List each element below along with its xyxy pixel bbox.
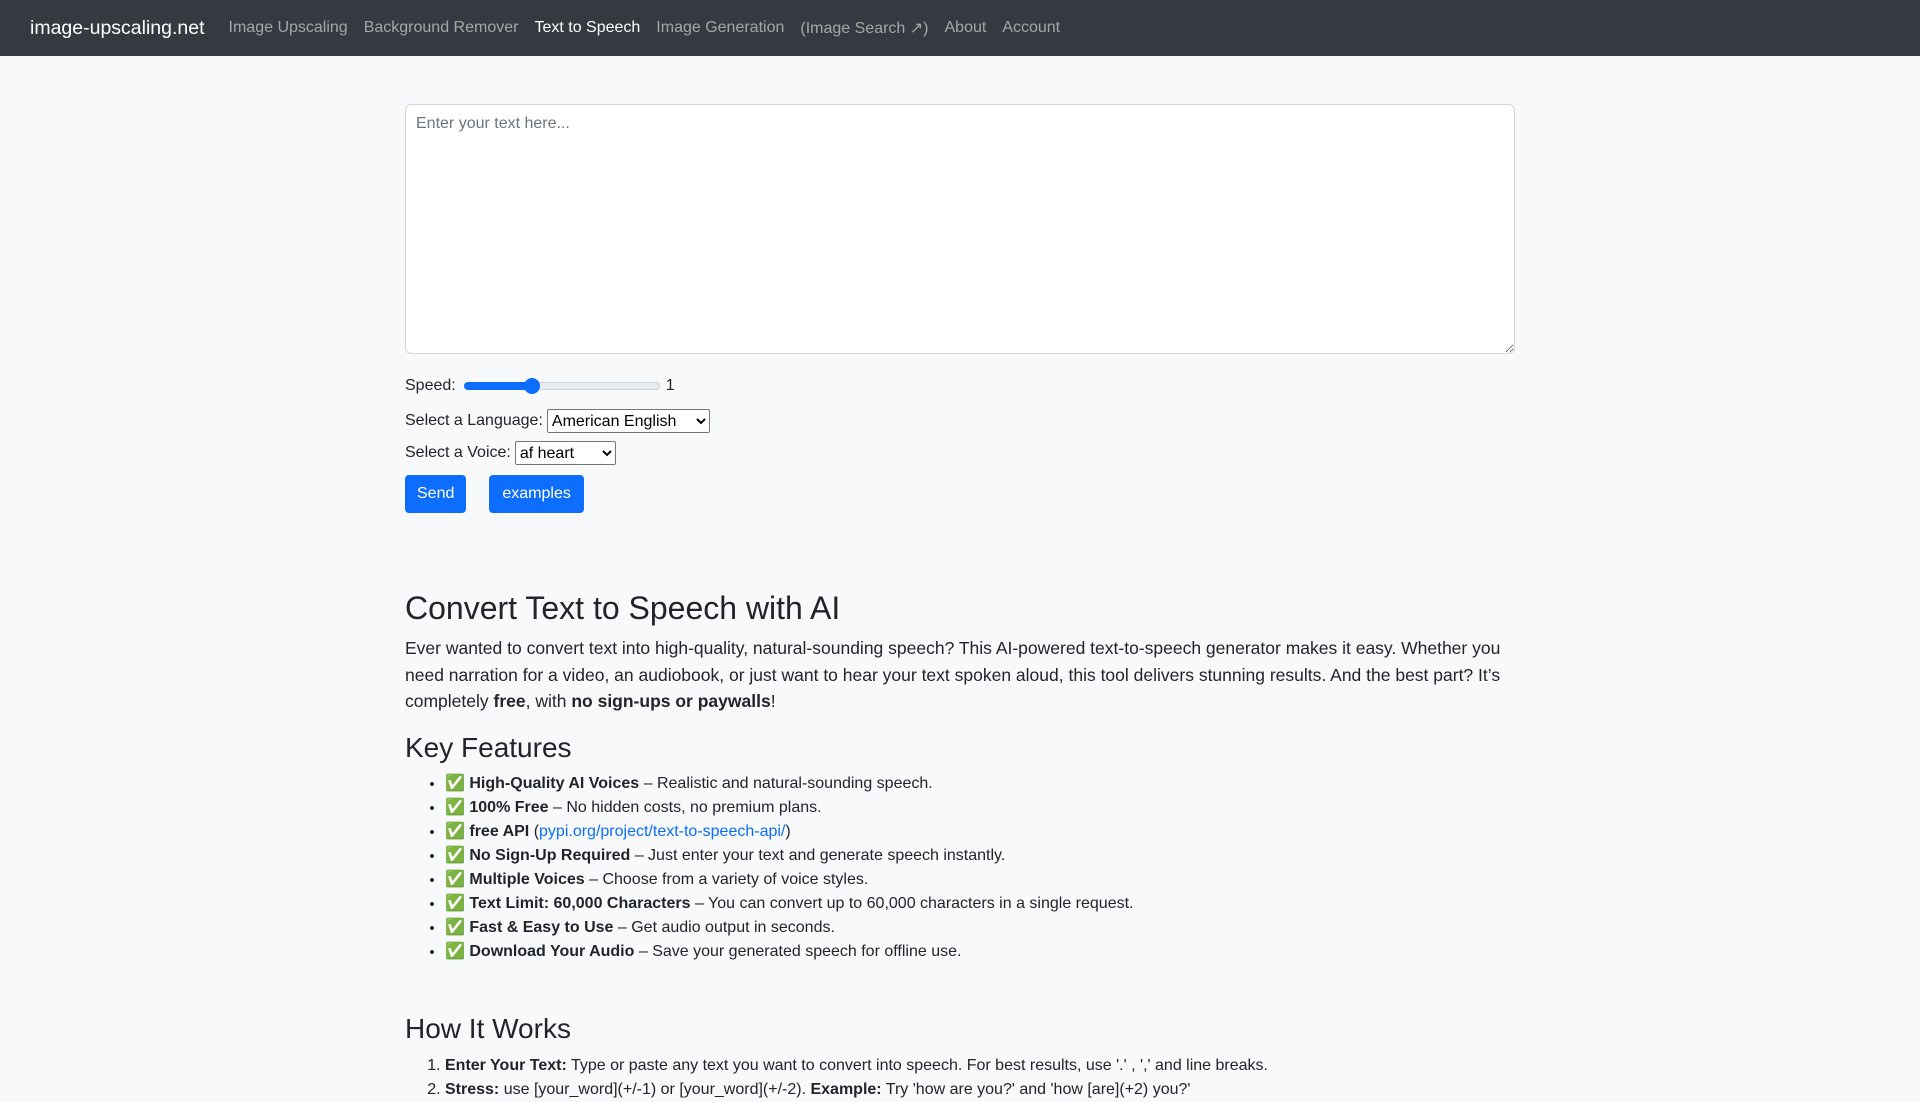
features-list: ✅ High-Quality AI Voices – Realistic and… <box>405 772 1515 964</box>
check-icon: ✅ <box>445 943 465 961</box>
top-navbar: image-upscaling.net Image Upscaling Back… <box>0 0 1920 56</box>
feature-desc: – You can convert up to 60,000 character… <box>690 895 1134 913</box>
language-select[interactable]: American English <box>546 409 710 433</box>
feature-title: 100% Free <box>469 799 549 817</box>
step-title: Enter Your Text: <box>445 1057 567 1075</box>
voice-select[interactable]: af heart <box>514 441 616 465</box>
nav-background-remover[interactable]: Background Remover <box>364 19 519 37</box>
text-input[interactable] <box>405 104 1515 354</box>
nav-image-search[interactable]: (Image Search ↗) <box>800 18 928 38</box>
step-title: Stress: <box>445 1081 500 1099</box>
features-heading: Key Features <box>405 731 572 763</box>
list-item: ✅ free API (pypi.org/project/text-to-spe… <box>445 820 1515 844</box>
main-content: Speed: 1 Select a Language: American Eng… <box>405 104 1515 1102</box>
list-item: Enter Your Text: Type or paste any text … <box>445 1054 1515 1078</box>
check-icon: ✅ <box>445 847 465 865</box>
send-button[interactable]: Send <box>405 475 467 513</box>
voice-control: Select a Voice: af heart <box>405 440 1515 466</box>
feature-title: No Sign-Up Required <box>469 847 631 865</box>
list-item: Stress: use [your_word](+/-1) or [your_w… <box>445 1078 1515 1102</box>
language-label: Select a Language: <box>405 412 543 429</box>
slider-thumb[interactable] <box>524 378 541 394</box>
feature-title: Multiple Voices <box>469 871 585 889</box>
feature-desc: – No hidden costs, no premium plans. <box>548 799 822 817</box>
nav-text-to-speech[interactable]: Text to Speech <box>534 19 640 37</box>
how-steps: Enter Your Text: Type or paste any text … <box>405 1054 1515 1102</box>
speed-value: 1 <box>665 377 675 394</box>
feature-desc: – Realistic and natural-sounding speech. <box>639 775 933 793</box>
feature-desc: – Save your generated speech for offline… <box>634 943 962 961</box>
feature-title: free API <box>469 823 530 841</box>
nav-image-generation[interactable]: Image Generation <box>656 19 784 37</box>
intro-text: , with <box>525 691 572 712</box>
feature-title: Text Limit: 60,000 Characters <box>469 895 691 913</box>
check-icon: ✅ <box>445 823 465 841</box>
check-icon: ✅ <box>445 775 465 793</box>
intro-bold-free: free <box>493 691 526 712</box>
list-item: ✅ High-Quality AI Voices – Realistic and… <box>445 772 1515 796</box>
intro-bold-no-signup: no sign-ups or paywalls <box>571 691 771 712</box>
feature-desc: ) <box>785 823 791 841</box>
intro-heading: Convert Text to Speech with AI <box>405 590 841 626</box>
check-icon: ✅ <box>445 799 465 817</box>
list-item: ✅ 100% Free – No hidden costs, no premiu… <box>445 796 1515 820</box>
check-icon: ✅ <box>445 895 465 913</box>
feature-title: Fast & Easy to Use <box>469 919 614 937</box>
nav-about[interactable]: About <box>945 19 987 37</box>
voice-label: Select a Voice: <box>405 444 511 461</box>
step-desc: use [your_word](+/-1) or [your_word](+/-… <box>499 1081 811 1099</box>
speed-label: Speed: <box>405 377 456 394</box>
speed-slider[interactable] <box>463 376 660 396</box>
list-item: ✅ No Sign-Up Required – Just enter your … <box>445 844 1515 868</box>
list-item: ✅ Fast & Easy to Use – Get audio output … <box>445 916 1515 940</box>
list-item: ✅ Text Limit: 60,000 Characters – You ca… <box>445 892 1515 916</box>
intro-text: ! <box>770 691 776 712</box>
feature-desc: – Just enter your text and generate spee… <box>630 847 1006 865</box>
action-buttons: Send examples <box>405 475 1515 513</box>
intro-paragraph: Ever wanted to convert text into high-qu… <box>405 635 1515 715</box>
brand-link[interactable]: image-upscaling.net <box>30 17 205 40</box>
feature-desc: – Choose from a variety of voice styles. <box>584 871 869 889</box>
feature-title: High-Quality AI Voices <box>469 775 640 793</box>
feature-desc: – Get audio output in seconds. <box>613 919 835 937</box>
step-desc: Type or paste any text you want to conve… <box>566 1057 1268 1075</box>
step-example-title: Example: <box>810 1081 882 1099</box>
feature-desc: ( <box>529 823 540 841</box>
speed-control: Speed: 1 <box>405 376 1515 396</box>
feature-title: Download Your Audio <box>469 943 635 961</box>
nav-image-upscaling[interactable]: Image Upscaling <box>229 19 348 37</box>
examples-button[interactable]: examples <box>489 475 584 513</box>
how-heading: How It Works <box>405 1013 571 1045</box>
api-link[interactable]: pypi.org/project/text-to-speech-api/ <box>539 823 785 840</box>
nav-account[interactable]: Account <box>1002 19 1060 37</box>
list-item: ✅ Multiple Voices – Choose from a variet… <box>445 868 1515 892</box>
check-icon: ✅ <box>445 919 465 937</box>
slider-fill <box>463 382 533 390</box>
list-item: ✅ Download Your Audio – Save your genera… <box>445 940 1515 964</box>
step-example-desc: Try 'how are you?' and 'how [are](+2) yo… <box>881 1081 1191 1099</box>
check-icon: ✅ <box>445 871 465 889</box>
language-control: Select a Language: American English <box>405 408 1515 434</box>
